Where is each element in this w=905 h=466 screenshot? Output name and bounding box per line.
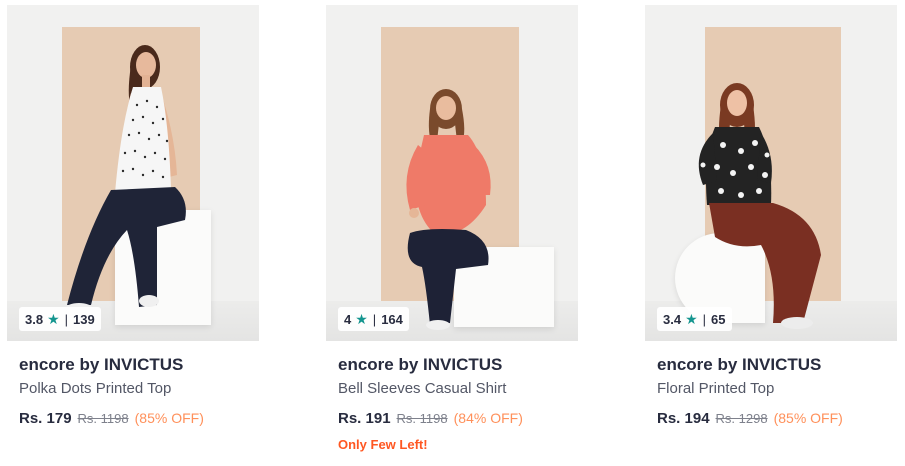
brand-name[interactable]: encore by INVICTUS <box>657 355 821 375</box>
selling-price: Rs. 191 <box>338 410 391 427</box>
product-name[interactable]: Bell Sleeves Casual Shirt <box>338 380 506 397</box>
product-image[interactable]: 4 ★ | 164 <box>326 5 578 341</box>
model-photo <box>66 45 186 313</box>
star-icon: ★ <box>47 310 60 327</box>
discount-label: (84% OFF) <box>453 410 523 426</box>
discount-label: (85% OFF) <box>773 410 843 426</box>
original-price: Rs. 1198 <box>77 411 129 426</box>
product-card[interactable]: 4 ★ | 164 encore by INVICTUS Bell Sleeve… <box>326 5 578 465</box>
price-row: Rs. 194 Rs. 1298 (85% OFF) <box>657 410 843 427</box>
brand-name[interactable]: encore by INVICTUS <box>19 355 183 375</box>
model-photo <box>698 83 821 329</box>
selling-price: Rs. 179 <box>19 410 72 427</box>
rating-count: 65 <box>711 311 726 327</box>
original-price: Rs. 1298 <box>715 411 768 426</box>
product-image[interactable]: 3.8 ★ | 139 <box>7 5 259 341</box>
original-price: Rs. 1198 <box>396 411 448 426</box>
rating-badge: 3.4 ★ | 65 <box>657 307 732 331</box>
rating-badge: 3.8 ★ | 139 <box>19 307 101 331</box>
discount-label: (85% OFF) <box>134 410 204 426</box>
rating-value: 3.8 <box>25 311 44 327</box>
price-row: Rs. 191 Rs. 1198 (84% OFF) <box>338 410 523 427</box>
star-icon: ★ <box>685 310 698 327</box>
selling-price: Rs. 194 <box>657 410 710 427</box>
rating-value: 4 <box>344 311 352 327</box>
product-name[interactable]: Polka Dots Printed Top <box>19 380 171 397</box>
product-card[interactable]: 3.8 ★ | 139 encore by INVICTUS Polka Dot… <box>7 5 259 465</box>
rating-count: 164 <box>381 311 403 327</box>
product-name[interactable]: Floral Printed Top <box>657 380 774 397</box>
rating-count: 139 <box>73 311 95 327</box>
stock-warning: Only Few Left! <box>338 437 428 452</box>
model-photo <box>406 89 491 330</box>
rating-badge: 4 ★ | 164 <box>338 307 409 331</box>
star-icon: ★ <box>355 310 368 327</box>
rating-value: 3.4 <box>663 311 682 327</box>
product-image[interactable]: 3.4 ★ | 65 <box>645 5 897 341</box>
brand-name[interactable]: encore by INVICTUS <box>338 355 502 375</box>
product-card[interactable]: 3.4 ★ | 65 encore by INVICTUS Floral Pri… <box>645 5 897 465</box>
price-row: Rs. 179 Rs. 1198 (85% OFF) <box>19 410 204 427</box>
